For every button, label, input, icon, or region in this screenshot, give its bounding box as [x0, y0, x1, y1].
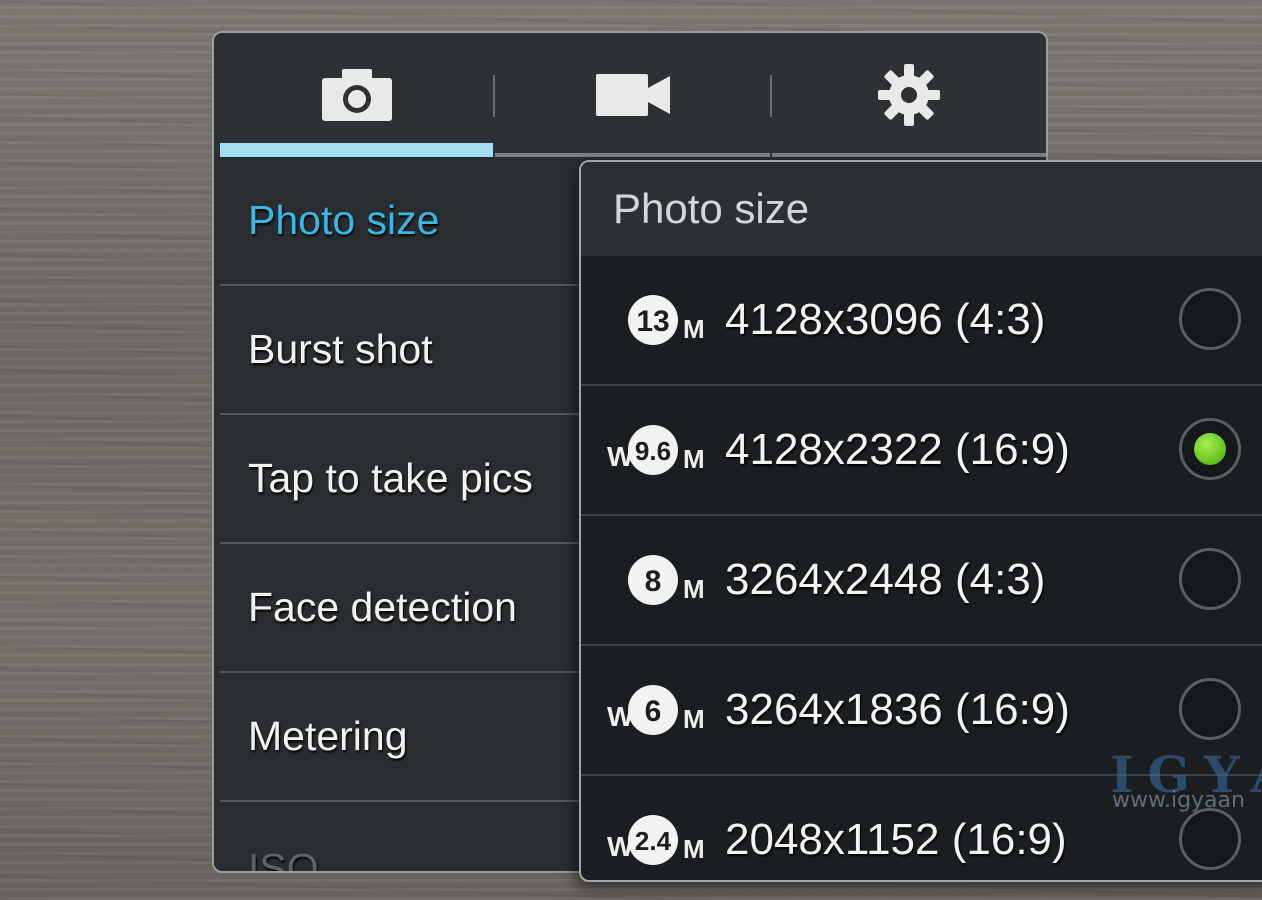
option-label: 2048x1152 (16:9) [725, 815, 1067, 864]
megapixel-suffix: M [683, 704, 705, 734]
megapixel-value: 13 [636, 305, 669, 338]
photo-size-option[interactable]: 8 M 3264x2448 (4:3) [581, 516, 1262, 646]
menu-item-iso[interactable]: ISO [220, 802, 580, 871]
tab-camera[interactable] [220, 33, 493, 157]
radio-button[interactable] [1179, 288, 1241, 350]
radio-button[interactable] [1179, 548, 1241, 610]
tab-video[interactable] [495, 33, 770, 157]
megapixel-badge-icon: 8 M [628, 555, 705, 605]
megapixel-badge-icon: W 6 M [607, 685, 705, 735]
megapixel-badge-icon: W 9.6 M [607, 425, 705, 475]
menu-item-burst-shot[interactable]: Burst shot [220, 286, 580, 415]
settings-menu-list: Photo size Burst shot Tap to take pics F… [220, 157, 580, 871]
watermark-url: www.igyaan [1112, 788, 1245, 813]
megapixel-value: 9.6 [635, 436, 671, 466]
tab-settings[interactable] [772, 33, 1046, 157]
megapixel-suffix: M [683, 574, 705, 604]
option-label: 4128x3096 (4:3) [725, 295, 1046, 344]
megapixel-value: 8 [645, 565, 662, 598]
megapixel-suffix: M [683, 834, 705, 864]
photo-size-option[interactable]: W 9.6 M 4128x2322 (16:9) [581, 386, 1262, 516]
menu-item-metering[interactable]: Metering [220, 673, 580, 802]
megapixel-suffix: M [683, 314, 705, 344]
radio-button[interactable] [1179, 808, 1241, 870]
megapixel-badge-icon: 13 M [628, 295, 705, 345]
photo-size-option[interactable]: 13 M 4128x3096 (4:3) [581, 256, 1262, 386]
option-label: 3264x1836 (16:9) [725, 685, 1070, 734]
megapixel-value: 6 [645, 695, 662, 728]
radio-button-selected[interactable] [1179, 418, 1241, 480]
camera-icon [321, 69, 392, 121]
option-label: 4128x2322 (16:9) [725, 425, 1070, 474]
megapixel-badge-icon: W 2.4 M [607, 815, 705, 865]
settings-tab-bar [214, 33, 1046, 157]
tab-indicator [772, 153, 1046, 157]
gear-icon [878, 64, 940, 126]
menu-item-face-detection[interactable]: Face detection [220, 544, 580, 673]
megapixel-suffix: M [683, 444, 705, 474]
tab-indicator-active [220, 143, 493, 157]
menu-item-tap-to-take-pics[interactable]: Tap to take pics [220, 415, 580, 544]
radio-button[interactable] [1179, 678, 1241, 740]
dialog-title: Photo size [581, 162, 1262, 256]
menu-item-photo-size[interactable]: Photo size [220, 157, 580, 286]
video-camera-icon [595, 74, 670, 116]
option-label: 3264x2448 (4:3) [725, 555, 1046, 604]
megapixel-value: 2.4 [635, 826, 672, 856]
